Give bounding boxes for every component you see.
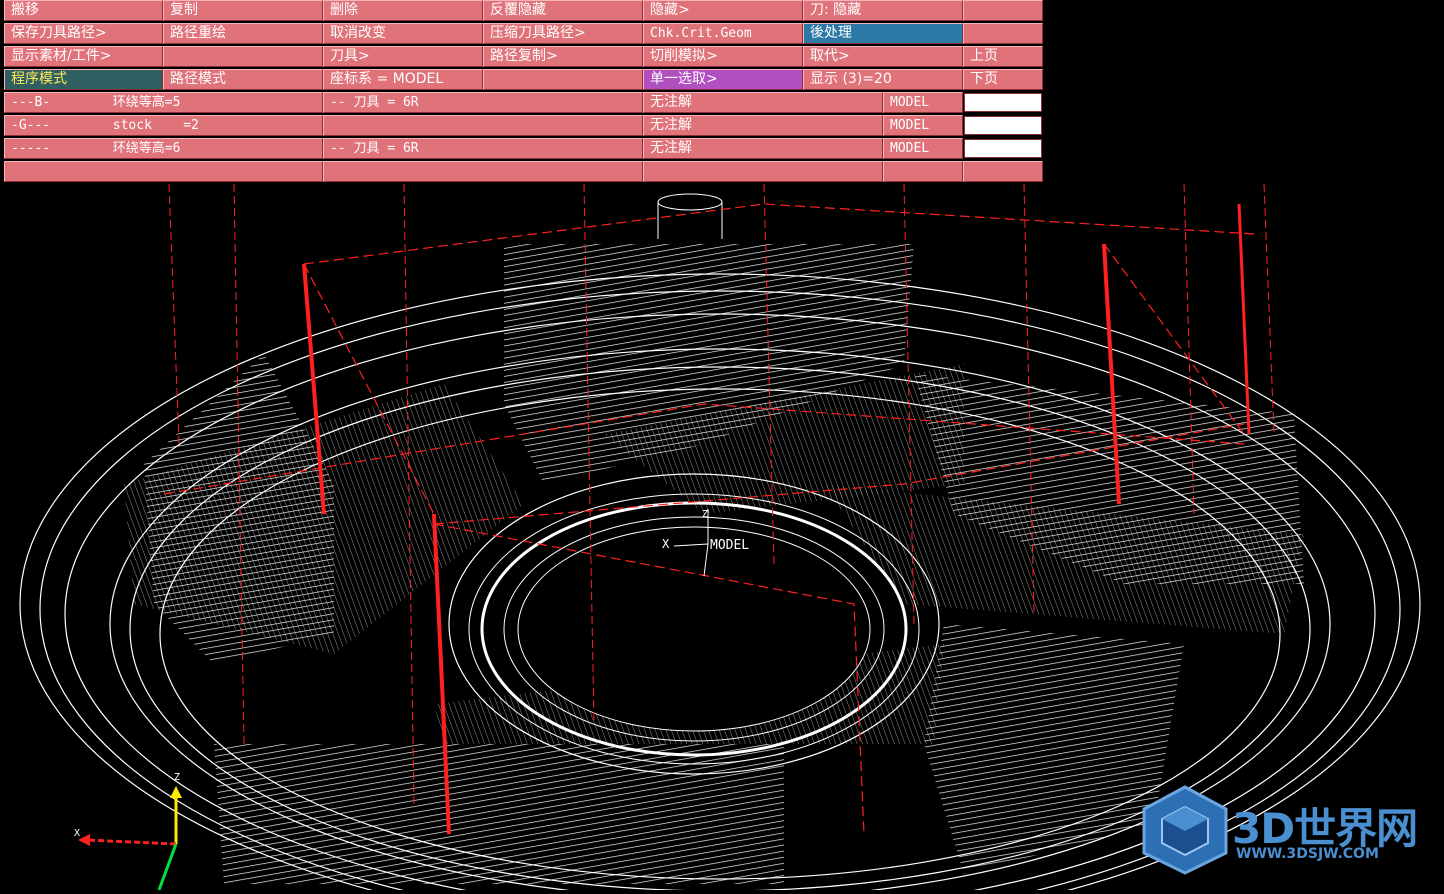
menu-page-up-button[interactable]: 上页 (963, 46, 1043, 67)
op-row-empty-1[interactable] (4, 161, 323, 182)
3dsjw-logo-icon (1142, 785, 1228, 875)
op-row-empty-3[interactable] (643, 161, 883, 182)
op-name: 环绕等高=5 (112, 95, 181, 110)
triad-x-label: X (74, 828, 80, 839)
menu-move-button[interactable]: 搬移 (4, 0, 163, 21)
menu-blank-3[interactable] (163, 46, 323, 67)
menu-tool-hide-button[interactable]: 刀: 隐藏 (803, 0, 963, 21)
op-id: ----- (11, 141, 51, 156)
op-row-2-note[interactable]: 无注解 (643, 115, 883, 136)
op-row-1-color-swatch[interactable] (964, 93, 1042, 112)
op-row-3-note[interactable]: 无注解 (643, 138, 883, 159)
op-row-2-color-swatch[interactable] (964, 116, 1042, 135)
op-row-1-cs[interactable]: MODEL (883, 92, 963, 113)
op-row-1-name[interactable]: ---B- 环绕等高=5 (4, 92, 323, 113)
menu-save-toolpath-button[interactable]: 保存刀具路径> (4, 23, 163, 44)
menu-blank-1[interactable] (963, 0, 1043, 21)
menu-replace-button[interactable]: 取代> (803, 46, 963, 67)
menu-compress-toolpath-button[interactable]: 压缩刀具路径> (483, 23, 643, 44)
menu-path-mode-button[interactable]: 路径模式 (163, 69, 323, 90)
op-row-1-tool[interactable]: -- 刀具 = 6R (323, 92, 643, 113)
op-row-3-tool[interactable]: -- 刀具 = 6R (323, 138, 643, 159)
menu-postprocess-button[interactable]: 後处理 (803, 23, 963, 44)
op-row-empty-4[interactable] (883, 161, 963, 182)
menu-single-select-button[interactable]: 单一选取> (643, 69, 803, 90)
op-row-2-name[interactable]: -G--- stock =2 (4, 115, 323, 136)
menu-coordinate-system-button[interactable]: 座标系 = MODEL (323, 69, 483, 90)
triad-z-label: Z (174, 772, 180, 783)
menu-invert-hide-button[interactable]: 反覆隐藏 (483, 0, 643, 21)
model-origin-label: MODEL (710, 538, 750, 553)
menu-tool-button[interactable]: 刀具> (323, 46, 483, 67)
model-axis-z-label: Z (702, 509, 708, 520)
op-row-2-tool[interactable] (323, 115, 643, 136)
op-row-empty-5[interactable] (963, 161, 1043, 182)
op-row-3-color-swatch[interactable] (964, 139, 1042, 158)
view-triad (78, 786, 182, 891)
menu-page-down-button[interactable]: 下页 (963, 69, 1043, 90)
menu-hide-button[interactable]: 隐藏> (643, 0, 803, 21)
menu-path-copy-button[interactable]: 路径复制> (483, 46, 643, 67)
op-name: stock =2 (112, 118, 199, 133)
menu-delete-button[interactable]: 删除 (323, 0, 483, 21)
menu-redraw-path-button[interactable]: 路径重绘 (163, 23, 323, 44)
command-menu: 搬移 复制 删除 反覆隐藏 隐藏> 刀: 隐藏 保存刀具路径> 路径重绘 取消改… (0, 0, 1044, 184)
op-id: -G--- (11, 118, 51, 133)
menu-show-stock-button[interactable]: 显示素材/工件> (4, 46, 163, 67)
menu-program-mode-button[interactable]: 程序模式 (4, 69, 163, 90)
op-row-empty-2[interactable] (323, 161, 643, 182)
op-name: 环绕等高=6 (112, 141, 181, 156)
menu-copy-button[interactable]: 复制 (163, 0, 323, 21)
op-id: ---B- (11, 95, 51, 110)
menu-check-crit-geom-button[interactable]: Chk.Crit.Geom (643, 23, 803, 44)
op-row-2-cs[interactable]: MODEL (883, 115, 963, 136)
menu-blank-2[interactable] (963, 23, 1043, 44)
menu-blank-4[interactable] (483, 69, 643, 90)
menu-undo-change-button[interactable]: 取消改变 (323, 23, 483, 44)
op-row-1-note[interactable]: 无注解 (643, 92, 883, 113)
menu-display-count-button[interactable]: 显示 (3)=20 (803, 69, 963, 90)
op-row-3-cs[interactable]: MODEL (883, 138, 963, 159)
menu-cut-simulation-button[interactable]: 切削模拟> (643, 46, 803, 67)
model-axis-x-label: X (662, 537, 670, 551)
watermark-url: WWW.3DSJW.COM (1236, 846, 1379, 862)
op-row-3-name[interactable]: ----- 环绕等高=6 (4, 138, 323, 159)
